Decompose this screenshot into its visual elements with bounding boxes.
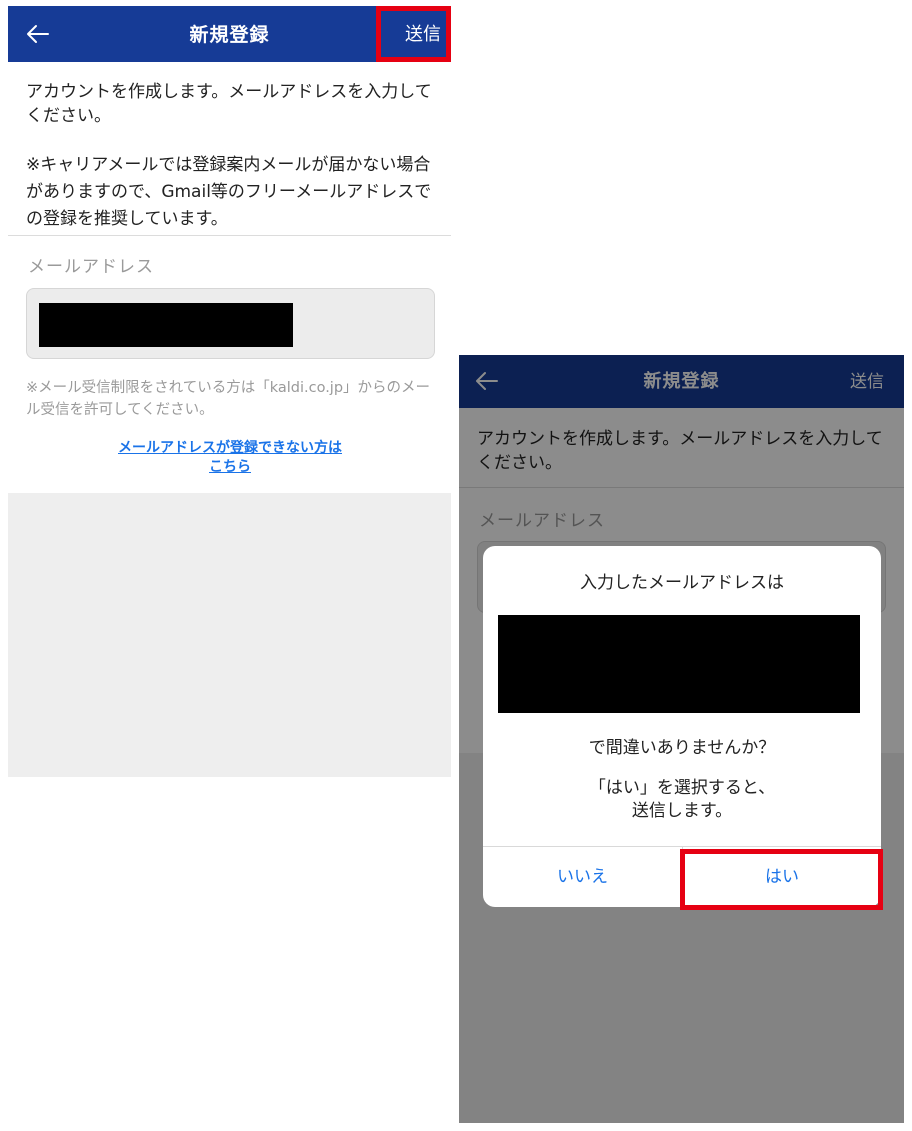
dialog-message-question: で間違いありませんか？ — [588, 738, 776, 758]
page-title: 新規登録 — [189, 24, 270, 46]
divider — [8, 235, 451, 236]
confirm-dialog: 入力したメールアドレスは で間違いありませんか？ 「はい」を選択すると、 送信し… — [483, 546, 881, 907]
no-button[interactable]: いいえ — [483, 847, 682, 907]
email-label: メールアドレス — [28, 257, 154, 277]
help-link-line1: メールアドレスが登録できない方は — [118, 440, 342, 456]
yes-button[interactable]: はい — [682, 847, 881, 907]
empty-area — [8, 493, 451, 777]
navbar: 新規登録 送信 — [8, 6, 451, 62]
mail-receive-hint: ※メール受信制限をされている方は「kaldi.co.jp」からのメール受信を許可… — [26, 380, 431, 418]
dialog-message-top: 入力したメールアドレスは — [580, 573, 784, 593]
redacted-email — [498, 615, 860, 713]
redacted-email — [39, 303, 293, 347]
help-link-line2: こちら — [209, 459, 251, 475]
carrier-mail-notice: ※キャリアメールでは登録案内メールが届かない場合がありますので、Gmail等のフ… — [26, 155, 432, 229]
dialog-message-note: 「はい」を選択すると、 送信します。 — [588, 778, 776, 821]
send-button[interactable]: 送信 — [401, 14, 445, 56]
intro-text: アカウントを作成します。メールアドレスを入力してください。 — [26, 82, 432, 126]
cannot-register-link[interactable]: メールアドレスが登録できない方は こちら — [68, 439, 392, 477]
email-input[interactable] — [26, 288, 435, 359]
registration-screen: 新規登録 送信 アカウントを作成します。メールアドレスを入力してください。 ※キ… — [8, 6, 451, 777]
